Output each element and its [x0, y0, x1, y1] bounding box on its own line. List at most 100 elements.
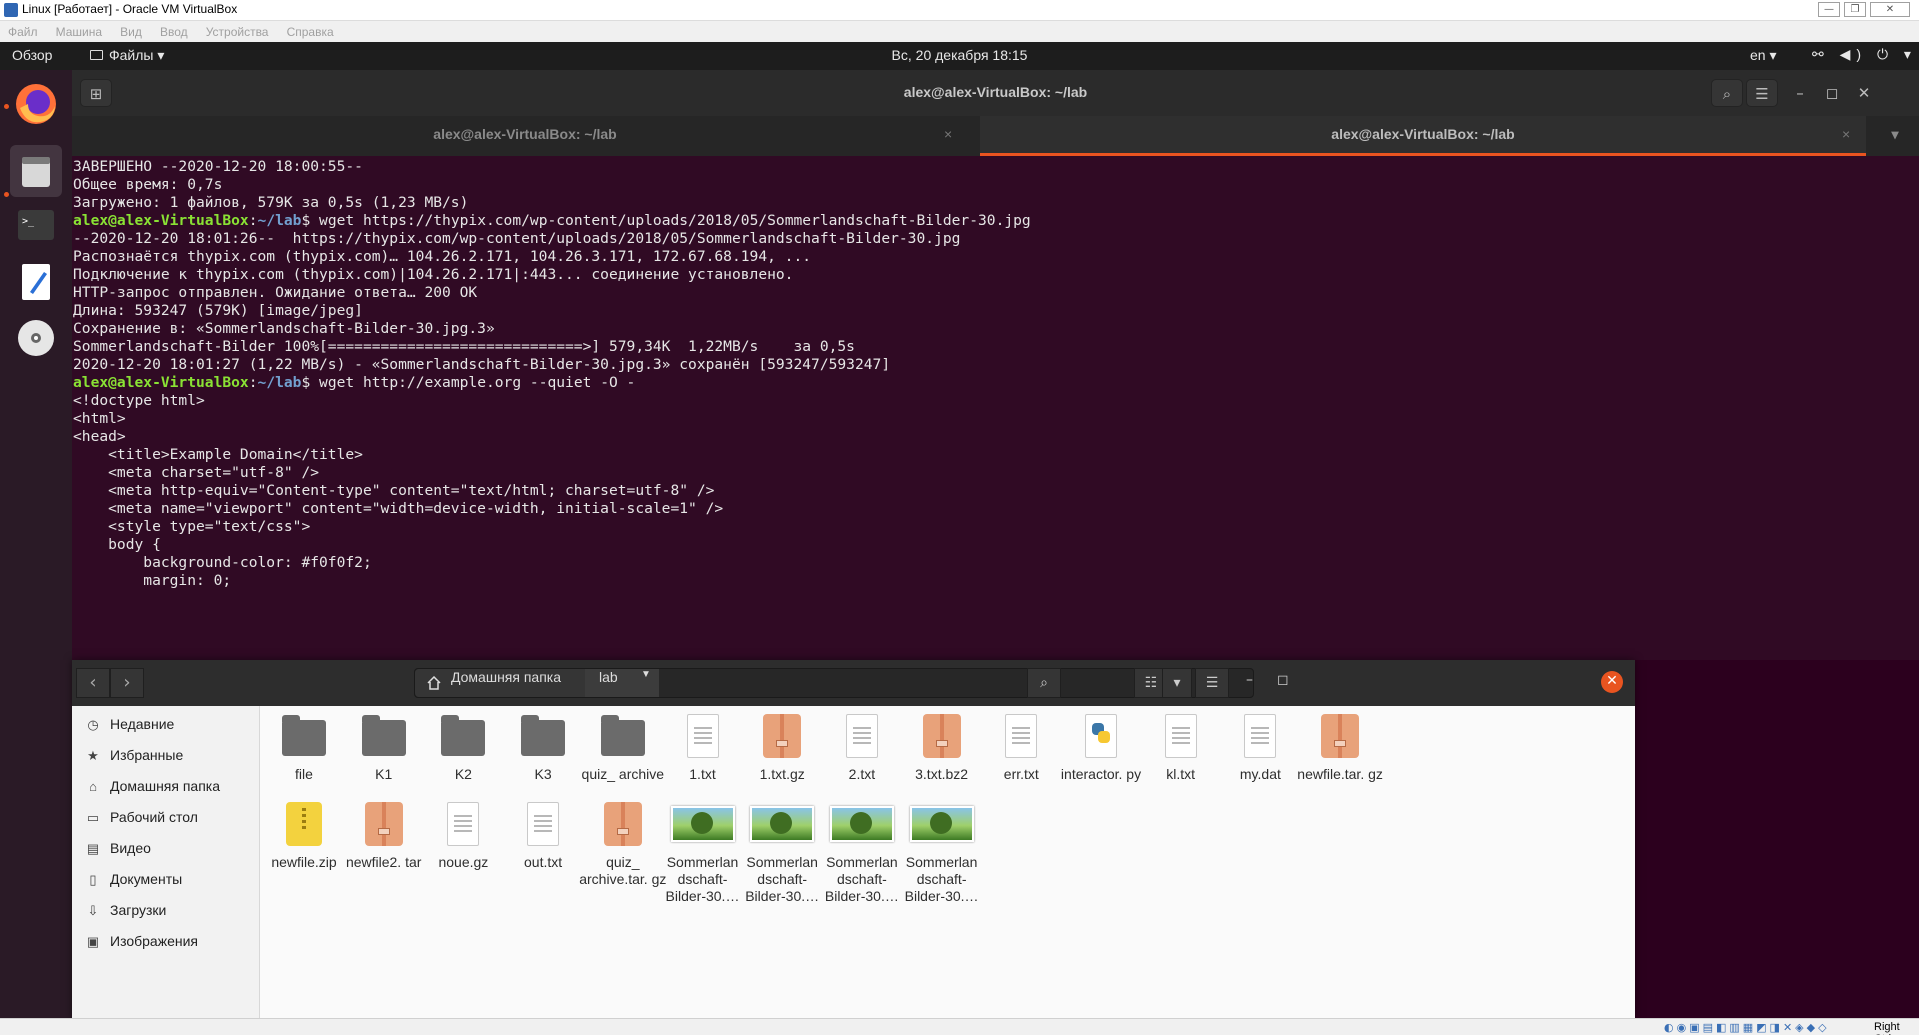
file-item[interactable]: noue.gz [417, 800, 509, 871]
sidebar-item-documents[interactable]: ▯ Документы [86, 871, 182, 891]
sidebar-item-pictures[interactable]: ▣ Изображения [86, 933, 198, 953]
file-item[interactable]: quiz_ archive.tar. gz [577, 800, 669, 888]
file-item[interactable]: 1.txt.gz [736, 712, 828, 783]
file-grid: file K1 K2 K3 quiz_ archive 1.txt 1.txt.gz 2.tx… [260, 706, 1635, 1018]
desktop-icon: ▭ [86, 810, 100, 825]
sidebar-item-home[interactable]: ⌂ Домашняя папка [86, 778, 220, 798]
sidebar-item-downloads[interactable]: ⇩ Загрузки [86, 902, 167, 922]
file-item[interactable]: err.txt [975, 712, 1067, 783]
view-options-icon[interactable]: ▾ [1162, 668, 1192, 698]
breadcrumb-lab-label: lab [599, 669, 618, 685]
maximize-icon[interactable]: ◻ [1816, 79, 1848, 107]
keyboard-layout[interactable]: en ▾ [1750, 47, 1777, 64]
clock[interactable]: Вс, 20 декабря 18:15 [0, 47, 1919, 63]
host-key-label: Right Ctrl [1874, 1021, 1900, 1035]
minimize-icon[interactable]: — [1818, 2, 1840, 17]
file-item[interactable]: my.dat [1214, 712, 1306, 783]
file-item[interactable]: newfile.tar. gz [1294, 712, 1386, 783]
tab-2[interactable]: alex@alex-VirtualBox: ~/lab × [980, 116, 1866, 156]
file-item[interactable]: Sommerlan dschaft- Bilder-30.… [816, 800, 908, 905]
terminal-line: Общее время: 0,7s [73, 176, 223, 193]
disc-icon[interactable] [10, 312, 62, 364]
prompt-colon: : [248, 212, 258, 229]
close-icon[interactable]: ✕ [1870, 2, 1910, 17]
file-item[interactable]: 2.txt [816, 712, 908, 783]
file-item[interactable]: 1.txt [657, 712, 749, 783]
forward-icon[interactable]: › [110, 668, 144, 698]
folder-icon [519, 712, 567, 760]
terminal-line: ЗАВЕРШЕНО --2020-12-20 18:00:55-- [73, 158, 363, 175]
terminal-line: <head> [73, 428, 126, 445]
close-icon[interactable]: ✕ [1848, 79, 1880, 107]
close-icon[interactable]: ✕ [1601, 671, 1623, 693]
menu-help[interactable]: Справка [279, 22, 339, 39]
file-item[interactable]: kl.txt [1135, 712, 1227, 783]
tab-1[interactable]: alex@alex-VirtualBox: ~/lab × [72, 116, 978, 156]
terminal-title: alex@alex-VirtualBox: ~/lab [903, 84, 1088, 100]
file-item[interactable]: interactor. py [1055, 712, 1147, 783]
file-item[interactable]: newfile.zip [258, 800, 350, 871]
tabs-dropdown-icon[interactable]: ▾ [1880, 116, 1910, 156]
terminal-line: margin: 0; [73, 572, 232, 589]
text-editor-icon[interactable] [10, 256, 62, 308]
menu-file[interactable]: Файл [0, 22, 43, 39]
vbox-device-icons[interactable]: ◐◉▣▤◧▥▦◩◨✕◈◆◇ [1664, 1021, 1830, 1034]
file-item[interactable]: K1 [338, 712, 430, 783]
file-item[interactable]: K2 [417, 712, 509, 783]
file-item[interactable]: Sommerlan dschaft- Bilder-30.… [736, 800, 828, 905]
file-item[interactable]: 3.txt.bz2 [896, 712, 988, 783]
sidebar-item-label: Изображения [110, 933, 198, 949]
archive-icon [1316, 712, 1364, 760]
restore-icon[interactable]: ❐ [1844, 2, 1866, 17]
hamburger-menu-icon[interactable]: ☰ [1746, 79, 1778, 107]
back-icon[interactable]: ‹ [76, 668, 110, 698]
files-app-icon[interactable] [10, 145, 62, 197]
sidebar-item-label: Загрузки [110, 902, 167, 918]
sidebar-item-desktop[interactable]: ▭ Рабочий стол [86, 809, 198, 829]
menu-view[interactable]: Вид [112, 22, 147, 39]
system-menu[interactable]: ⚯ ◀) ⏻ ▾ [1812, 46, 1917, 63]
file-item-label: 1.txt.gz [759, 766, 805, 782]
firefox-icon[interactable] [10, 78, 62, 130]
sidebar-item-recent[interactable]: ◷ Недавние [86, 716, 174, 736]
terminal-app-icon[interactable]: >_ [10, 200, 62, 252]
prompt-user: alex@alex-VirtualBox [73, 212, 249, 229]
file-item-label: newfile.tar. gz [1297, 766, 1383, 782]
search-icon[interactable]: ⌕ [1027, 668, 1061, 698]
file-item[interactable]: out.txt [497, 800, 589, 871]
close-tab-icon[interactable]: × [1842, 116, 1850, 152]
file-item-label: quiz_ archive.tar. gz [579, 854, 667, 887]
file-item[interactable]: quiz_ archive [577, 712, 669, 783]
text-file-icon [679, 712, 727, 760]
running-indicator [4, 104, 9, 109]
breadcrumb-home[interactable]: Домашняя папка [415, 669, 585, 697]
breadcrumb-home-label: Домашняя папка [451, 669, 562, 685]
minimize-icon[interactable]: – [1784, 79, 1816, 107]
home-icon [427, 676, 441, 690]
minimize-icon[interactable]: – [1246, 672, 1253, 688]
sidebar-item-label: Рабочий стол [110, 809, 198, 825]
file-item[interactable]: K3 [497, 712, 589, 783]
text-file-icon [1157, 712, 1205, 760]
close-tab-icon[interactable]: × [944, 116, 952, 152]
hamburger-menu-icon[interactable]: ☰ [1195, 668, 1229, 698]
menu-devices[interactable]: Устройства [198, 22, 274, 39]
file-item[interactable]: Sommerlan dschaft- Bilder-30.… [896, 800, 988, 905]
file-item[interactable]: Sommerlan dschaft- Bilder-30.… [657, 800, 749, 905]
terminal-output[interactable]: ЗАВЕРШЕНО --2020-12-20 18:00:55-- Общее в… [72, 158, 1919, 660]
file-item-label: Sommerlan dschaft- Bilder-30.… [824, 854, 899, 904]
file-item[interactable]: newfile2. tar [338, 800, 430, 871]
sidebar-item-videos[interactable]: ▤ Видео [86, 840, 151, 860]
terminal-line: <meta name="viewport" content="width=dev… [73, 500, 724, 517]
menu-input[interactable]: Ввод [152, 22, 193, 39]
breadcrumb-lab[interactable]: lab ▼ [585, 669, 659, 697]
files-window: ‹ › Домашняя папка lab ▼ ⌕ ☷ ▾ ☰ – ◻ ✕ ◷… [72, 660, 1635, 1018]
search-icon[interactable]: ⌕ [1711, 79, 1743, 107]
file-item-label: noue.gz [438, 854, 489, 870]
folder-icon [360, 712, 408, 760]
sidebar-item-starred[interactable]: ★ Избранные [86, 747, 183, 767]
maximize-icon[interactable]: ◻ [1277, 672, 1289, 688]
archive-icon [758, 712, 806, 760]
menu-machine[interactable]: Машина [48, 22, 107, 39]
file-item[interactable]: file [258, 712, 350, 783]
